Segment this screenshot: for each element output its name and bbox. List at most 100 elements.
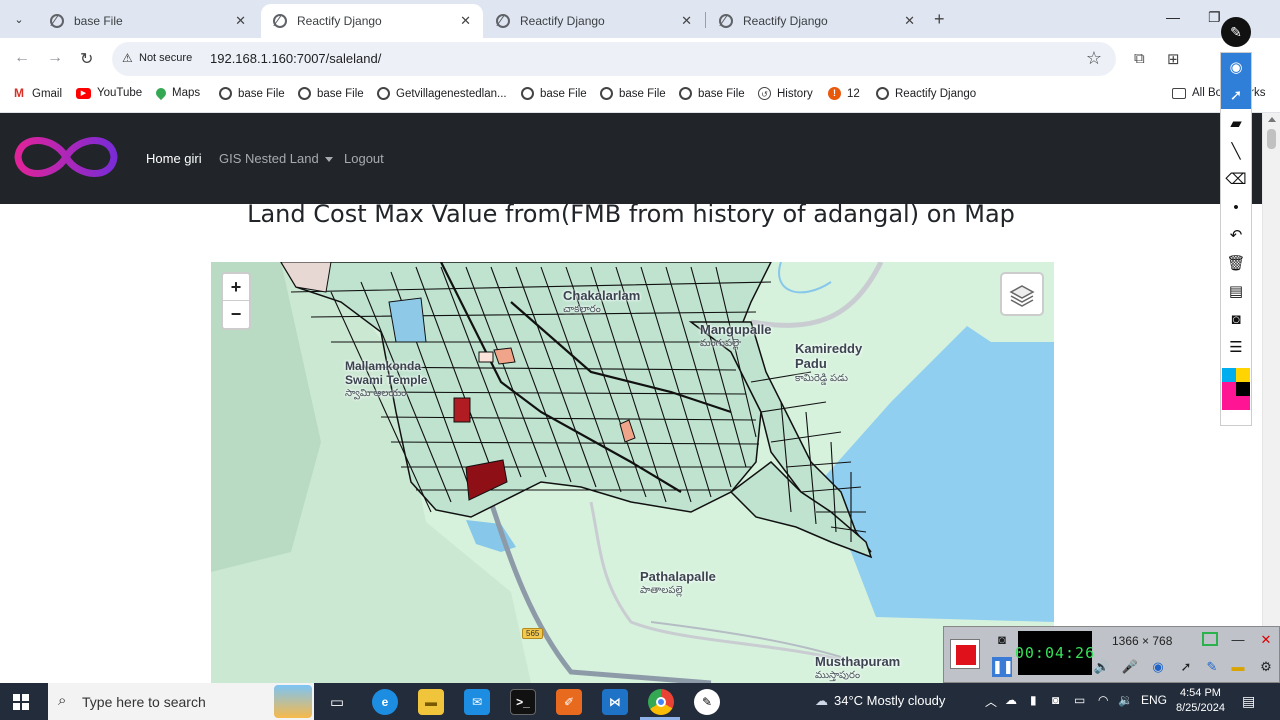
speaker-icon[interactable]: 🔊: [1092, 657, 1112, 677]
color-palette-icon[interactable]: [1221, 361, 1251, 417]
security-label[interactable]: Not secure: [139, 52, 192, 64]
task-view-icon[interactable]: ▭: [324, 689, 350, 715]
back-icon[interactable]: ←: [14, 49, 30, 67]
color-swatch-pink[interactable]: [1222, 382, 1236, 396]
nav-home[interactable]: Home giri: [146, 151, 202, 166]
tab-reactify-django[interactable]: Reactify Django ✕: [707, 4, 927, 38]
color-swatch-black[interactable]: [1236, 382, 1250, 396]
scroll-up-icon[interactable]: [1268, 117, 1276, 122]
zoom-in-button[interactable]: +: [223, 274, 249, 301]
close-icon[interactable]: ✕: [235, 13, 246, 29]
highlighter-icon[interactable]: ▰: [1221, 109, 1251, 137]
forward-icon[interactable]: →: [47, 49, 63, 67]
camera-icon[interactable]: ◙: [1221, 305, 1251, 333]
taskbar-search[interactable]: ⌕ Type here to search: [48, 683, 314, 720]
map-canvas[interactable]: [211, 262, 1054, 683]
layers-control[interactable]: [1000, 272, 1044, 316]
record-stop-button[interactable]: [950, 639, 980, 669]
vscode-icon[interactable]: ⋈: [602, 689, 628, 715]
scroll-thumb[interactable]: [1267, 129, 1276, 149]
bookmark-gmail[interactable]: M Gmail: [12, 87, 62, 100]
pause-icon[interactable]: ❚❚: [992, 657, 1014, 677]
address-bar[interactable]: ⚠ Not secure 192.168.1.160:7007/saleland…: [112, 42, 1116, 76]
pen-icon[interactable]: ✎: [1202, 657, 1222, 677]
microphone-tray-icon[interactable]: ▮: [1030, 693, 1037, 707]
close-icon[interactable]: ✕: [904, 13, 915, 29]
eye-icon[interactable]: ◉: [1221, 53, 1251, 81]
bookmark-base-file[interactable]: base File: [679, 87, 745, 100]
battery-icon[interactable]: ▭: [1074, 693, 1085, 707]
infinity-logo[interactable]: [14, 126, 118, 188]
bookmark-history[interactable]: ↺ History: [758, 87, 813, 100]
new-tab-button[interactable]: +: [934, 9, 945, 30]
trash-icon[interactable]: 🗑: [1221, 249, 1251, 277]
whiteboard-icon[interactable]: ▤: [1221, 277, 1251, 305]
settings-icon[interactable]: ⚙: [1256, 657, 1276, 677]
zoom-out-button[interactable]: −: [223, 301, 249, 328]
language-indicator[interactable]: ENG: [1141, 693, 1167, 707]
pen-app-icon[interactable]: ✎: [694, 689, 720, 715]
reload-icon[interactable]: ↻: [80, 49, 93, 69]
bookmark-base-file[interactable]: base File: [298, 87, 364, 100]
close-icon[interactable]: ✕: [460, 13, 471, 29]
color-swatch-selected[interactable]: [1222, 396, 1250, 410]
puzzle-icon[interactable]: ⊞: [1167, 50, 1180, 68]
tray-overflow-icon[interactable]: ︿: [985, 693, 997, 710]
pointer-icon[interactable]: ➚: [1221, 81, 1251, 109]
color-swatch-yellow[interactable]: [1236, 368, 1250, 382]
windows-start-icon[interactable]: [13, 694, 29, 710]
page-scrollbar[interactable]: [1262, 113, 1280, 683]
url-text[interactable]: 192.168.1.160:7007/saleland/: [210, 51, 381, 66]
bookmark-reactify-django[interactable]: Reactify Django: [876, 87, 976, 100]
chrome-icon[interactable]: [648, 689, 674, 715]
file-explorer-icon[interactable]: ▬: [418, 689, 444, 715]
app-icon[interactable]: ✐: [556, 689, 582, 715]
bookmark-base-file[interactable]: base File: [219, 87, 285, 100]
extension-icon[interactable]: ⧉: [1134, 50, 1145, 67]
taskbar-clock[interactable]: 4:54 PM 8/25/2024: [1176, 686, 1225, 716]
cursor-icon[interactable]: ➚: [1176, 657, 1196, 677]
onedrive-icon[interactable]: ☁: [1005, 693, 1017, 707]
volume-icon[interactable]: 🔉: [1118, 693, 1133, 707]
undo-icon[interactable]: ↶: [1221, 221, 1251, 249]
bookmark-12[interactable]: ! 12: [828, 87, 860, 100]
microphone-icon[interactable]: 🎤: [1120, 657, 1140, 677]
dot-icon[interactable]: •: [1221, 193, 1251, 221]
weather-widget[interactable]: ☁ 34°C Mostly cloudy: [815, 693, 945, 709]
land-map[interactable]: + − Chakalarlam చాకలారం Mangupalle మంగుపల్…: [211, 262, 1054, 683]
clipboard-icon[interactable]: ☰: [1221, 333, 1251, 361]
notification-icon[interactable]: ▤: [1242, 693, 1255, 710]
bookmark-base-file[interactable]: base File: [600, 87, 666, 100]
tab-base-file[interactable]: base File ✕: [38, 4, 258, 38]
max-value-parcel[interactable]: [453, 397, 471, 423]
webcam-icon[interactable]: ◉: [1148, 657, 1168, 677]
mail-icon[interactable]: ✉: [464, 689, 490, 715]
folder-icon[interactable]: ▬: [1228, 657, 1248, 677]
camera-icon[interactable]: ◙: [992, 630, 1012, 650]
bookmark-youtube[interactable]: ▶ YouTube: [76, 87, 142, 99]
bookmark-getvillagenested[interactable]: Getvillagenestedlan...: [377, 87, 507, 100]
warning-icon[interactable]: ⚠: [122, 51, 133, 65]
terminal-icon[interactable]: >_: [510, 689, 536, 715]
bookmark-base-file[interactable]: base File: [521, 87, 587, 100]
nav-logout[interactable]: Logout: [344, 151, 384, 166]
pen-tool-icon[interactable]: ✎: [1221, 17, 1251, 47]
wifi-icon[interactable]: ◠: [1098, 693, 1108, 707]
edge-icon[interactable]: e: [372, 689, 398, 715]
nav-gis-dropdown[interactable]: GIS Nested Land: [219, 151, 333, 166]
low-value-parcel[interactable]: [478, 351, 494, 363]
minimize-icon[interactable]: —: [1228, 630, 1248, 650]
eraser-icon[interactable]: ⌫: [1221, 165, 1251, 193]
restore-icon[interactable]: ❐: [1208, 9, 1221, 26]
close-icon[interactable]: ✕: [681, 13, 692, 29]
bookmark-maps[interactable]: Maps: [153, 85, 200, 101]
tab-reactify-django[interactable]: Reactify Django ✕: [484, 4, 704, 38]
close-icon[interactable]: ✕: [1256, 630, 1276, 650]
minimize-icon[interactable]: —: [1166, 9, 1180, 25]
region-icon[interactable]: [1202, 632, 1218, 646]
color-swatch-cyan[interactable]: [1222, 368, 1236, 382]
bookmark-star-icon[interactable]: ☆: [1086, 48, 1102, 69]
camera-tray-icon[interactable]: ◙: [1052, 693, 1059, 707]
tab-search-icon[interactable]: ⌄: [8, 8, 30, 30]
line-icon[interactable]: ╲: [1221, 137, 1251, 165]
